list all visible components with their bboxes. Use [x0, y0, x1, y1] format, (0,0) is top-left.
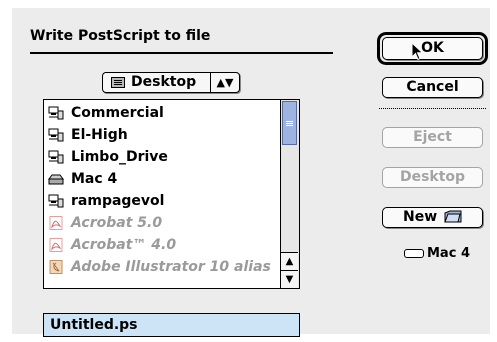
file-name: Acrobat™ 4.0: [71, 237, 177, 253]
file-list[interactable]: Commercial El-High Limbo_Drive Mac 4 ram…: [43, 99, 300, 289]
current-disk: Mac 4: [404, 246, 470, 261]
list-item[interactable]: Acrobat 5.0: [44, 212, 280, 234]
mouse-pointer-icon: [411, 42, 424, 61]
file-name: Mac 4: [71, 171, 118, 187]
scrollbar-thumb[interactable]: [282, 101, 297, 145]
list-item[interactable]: rampagevol: [44, 190, 280, 212]
dialog-title: Write PostScript to file: [30, 28, 211, 44]
list-item[interactable]: Limbo_Drive: [44, 146, 280, 168]
list-item[interactable]: Adobe Illustrator 10 alias: [44, 256, 280, 278]
file-name: Adobe Illustrator 10 alias: [71, 259, 271, 275]
file-name: El-High: [71, 127, 128, 143]
desktop-folder-icon: [111, 77, 125, 88]
location-popup-label: Desktop: [131, 74, 197, 90]
scroll-down-arrow-icon[interactable]: ▼: [281, 270, 298, 288]
file-name: Acrobat 5.0: [71, 215, 163, 231]
illustrator-alias-icon: [49, 260, 63, 274]
new-folder-icon: [444, 210, 462, 223]
ok-button[interactable]: OK: [382, 37, 483, 60]
current-disk-name: Mac 4: [427, 246, 470, 261]
location-popup[interactable]: Desktop ▲▼: [102, 72, 240, 93]
hard-disk-icon: [48, 174, 64, 185]
drive-icon: [404, 249, 424, 258]
file-name: rampagevol: [71, 193, 165, 209]
list-item[interactable]: Commercial: [44, 102, 280, 124]
list-item[interactable]: Mac 4: [44, 168, 280, 190]
network-volume-icon: [48, 150, 64, 164]
network-volume-icon: [48, 194, 64, 208]
acrobat-document-icon: [49, 216, 63, 230]
filename-field[interactable]: Untitled.ps: [43, 313, 300, 337]
network-volume-icon: [48, 128, 64, 142]
list-item[interactable]: El-High: [44, 124, 280, 146]
eject-button[interactable]: Eject: [382, 127, 483, 148]
scroll-up-arrow-icon[interactable]: ▲: [281, 252, 298, 270]
desktop-button[interactable]: Desktop: [382, 167, 483, 188]
acrobat-document-icon: [49, 238, 63, 252]
file-name: Limbo_Drive: [71, 149, 168, 165]
popup-arrows-icon: ▲▼: [210, 73, 239, 92]
file-list-scrollbar[interactable]: ▲ ▼: [280, 100, 299, 288]
file-name: Commercial: [71, 105, 164, 121]
new-button-label: New: [402, 209, 438, 225]
cancel-button[interactable]: Cancel: [382, 77, 483, 98]
new-folder-button[interactable]: New: [382, 207, 483, 228]
network-volume-icon: [48, 106, 64, 120]
title-divider: [30, 52, 333, 54]
list-item[interactable]: Acrobat™ 4.0: [44, 234, 280, 256]
button-divider: [379, 108, 486, 109]
